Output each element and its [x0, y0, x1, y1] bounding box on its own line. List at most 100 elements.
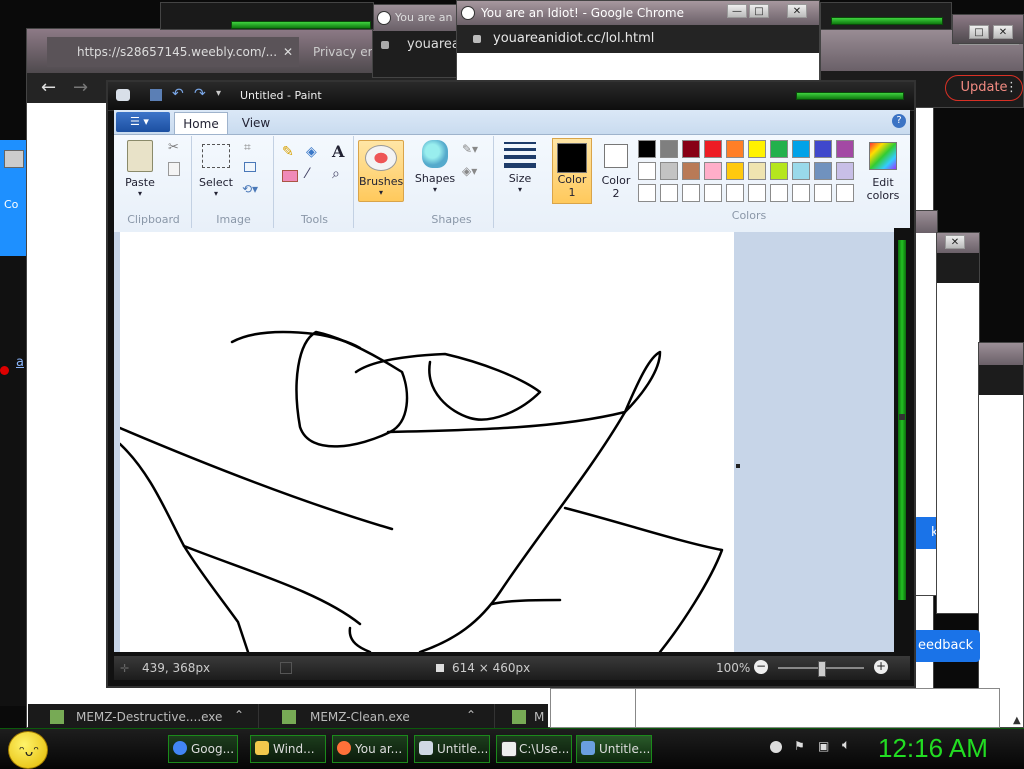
outline-icon[interactable]: ✎▾	[462, 142, 478, 156]
palette-swatch[interactable]	[748, 140, 766, 158]
clock[interactable]: 12:16 AM	[878, 733, 988, 764]
palette-swatch[interactable]	[792, 140, 810, 158]
tab-view[interactable]: View	[230, 112, 282, 134]
select-button[interactable]: Select ▾	[198, 144, 234, 198]
palette-swatch[interactable]	[660, 184, 678, 202]
color1-button[interactable]: Color 1	[552, 138, 592, 204]
chrome-back-tab1[interactable]: https://s28657145.weebly.com/... ✕	[47, 37, 299, 67]
zoom-in-icon[interactable]: +	[874, 660, 888, 674]
help-icon[interactable]: ?	[892, 114, 906, 128]
rotate-icon[interactable]: ⟲▾	[242, 182, 258, 196]
zoom-slider-thumb[interactable]	[818, 661, 826, 677]
palette-swatch[interactable]	[682, 140, 700, 158]
close-button[interactable]: □	[969, 25, 989, 39]
update-button[interactable]: Update ⋮	[945, 75, 1023, 101]
zoom-slider[interactable]	[778, 661, 864, 677]
scroll-handle[interactable]: ▲	[1013, 715, 1021, 726]
volume-icon[interactable]: 🔈︎	[842, 737, 850, 753]
palette-swatch[interactable]	[726, 184, 744, 202]
palette-swatch[interactable]	[770, 162, 788, 180]
palette-swatch[interactable]	[704, 162, 722, 180]
paint-app-icon[interactable]	[116, 89, 130, 101]
palette-swatch[interactable]	[814, 162, 832, 180]
taskbar-item[interactable]: Wind...	[250, 735, 326, 763]
palette-swatch[interactable]	[704, 184, 722, 202]
eraser-icon[interactable]	[282, 170, 298, 182]
close-icon[interactable]: ✕	[283, 37, 293, 67]
feedback-button[interactable]: eedback	[910, 630, 980, 662]
start-button[interactable]: ᵔᴗᵔ	[8, 731, 48, 769]
palette-swatch[interactable]	[748, 162, 766, 180]
shapes-button[interactable]: Shapes ▾	[414, 140, 456, 194]
palette-swatch[interactable]	[682, 162, 700, 180]
palette-swatch[interactable]	[792, 162, 810, 180]
chevron-up-icon[interactable]: ⌃	[234, 708, 244, 722]
desktop-icon[interactable]: Co	[4, 150, 26, 211]
cut-icon[interactable]: ✂	[168, 140, 179, 155]
download-item[interactable]: MEMZ-Clean.exe ⌃	[264, 704, 495, 730]
download-item[interactable]: MEMZ-Destructive....exe ⌃	[28, 704, 259, 730]
fill-icon[interactable]: ◈	[306, 144, 317, 160]
flag-icon[interactable]: ⚑	[794, 739, 805, 753]
palette-swatch[interactable]	[770, 184, 788, 202]
scroll-thumb[interactable]	[899, 414, 905, 420]
forward-arrow-icon[interactable]: →	[73, 77, 88, 98]
side-link[interactable]: a	[16, 355, 24, 370]
taskbar-item[interactable]: Untitle...	[576, 735, 652, 763]
palette-swatch[interactable]	[792, 184, 810, 202]
palette-swatch[interactable]	[748, 184, 766, 202]
brushes-button[interactable]: Brushes ▾	[358, 140, 404, 202]
network-icon[interactable]: ▣	[818, 739, 829, 753]
palette-swatch[interactable]	[638, 140, 656, 158]
back-arrow-icon[interactable]: ←	[41, 77, 56, 98]
palette-swatch[interactable]	[726, 162, 744, 180]
drawing-canvas[interactable]	[120, 232, 734, 652]
palette-swatch[interactable]	[660, 162, 678, 180]
file-menu-button[interactable]: ☰ ▾	[116, 112, 170, 132]
palette-swatch[interactable]	[836, 162, 854, 180]
resize-icon[interactable]	[244, 162, 256, 172]
palette-swatch[interactable]	[682, 184, 700, 202]
minimize-button[interactable]: —	[727, 4, 747, 18]
palette-swatch[interactable]	[638, 162, 656, 180]
save-icon[interactable]	[150, 89, 162, 101]
close-button[interactable]: ✕	[945, 235, 965, 249]
palette-swatch[interactable]	[770, 140, 788, 158]
color2-button[interactable]: Color 2	[596, 142, 636, 200]
palette-swatch[interactable]	[836, 140, 854, 158]
taskbar-item[interactable]: C:\Use...	[496, 735, 572, 763]
size-button[interactable]: Size ▾	[500, 140, 540, 194]
palette-swatch[interactable]	[836, 184, 854, 202]
quick-access-dropdown-icon[interactable]: ▾	[216, 88, 221, 99]
taskbar-item[interactable]: You ar...	[332, 735, 408, 763]
undo-icon[interactable]: ↶	[172, 86, 184, 102]
redo-icon[interactable]: ↷	[194, 86, 206, 102]
tab-home[interactable]: Home	[174, 112, 228, 134]
edit-colors-button[interactable]: Edit colors	[862, 142, 904, 202]
canvas-resize-handle[interactable]	[736, 464, 740, 468]
palette-swatch[interactable]	[638, 184, 656, 202]
text-icon[interactable]: A	[332, 142, 344, 161]
copy-icon[interactable]	[168, 162, 180, 176]
tray-minus-icon[interactable]	[770, 741, 782, 753]
taskbar-item[interactable]: Untitle...	[414, 735, 490, 763]
pencil-icon[interactable]: ✎	[282, 144, 294, 160]
crop-icon[interactable]: ⌗	[244, 140, 251, 155]
palette-swatch[interactable]	[814, 184, 832, 202]
fill-shape-icon[interactable]: ◈▾	[462, 164, 477, 178]
more-menu-icon[interactable]: ⋮	[1005, 76, 1018, 100]
palette-swatch[interactable]	[704, 140, 722, 158]
chevron-up-icon[interactable]: ⌃	[466, 708, 476, 722]
palette-swatch[interactable]	[660, 140, 678, 158]
close-button[interactable]: ✕	[993, 25, 1013, 39]
download-item[interactable]: M	[500, 704, 548, 730]
palette-swatch[interactable]	[726, 140, 744, 158]
magnifier-icon[interactable]: ⌕	[332, 166, 340, 182]
front-address-bar[interactable]: youareanidiot.cc/lol.html	[457, 25, 819, 53]
color-picker-icon[interactable]: ⁄	[306, 166, 308, 182]
maximize-button[interactable]: □	[749, 4, 769, 18]
close-button[interactable]: ✕	[787, 4, 807, 18]
vertical-scrollbar[interactable]	[894, 228, 910, 652]
paste-button[interactable]: Paste ▾	[122, 140, 158, 198]
taskbar-item[interactable]: Goog...	[168, 735, 238, 763]
